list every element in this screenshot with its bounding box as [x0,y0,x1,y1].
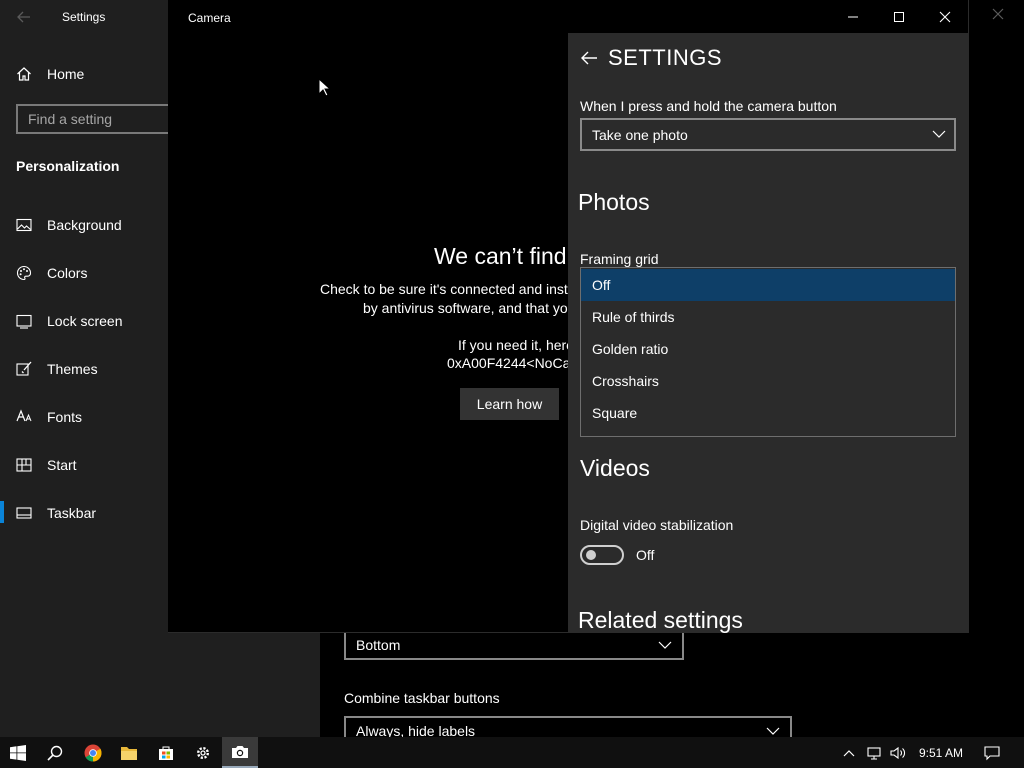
sidebar-item-label: Taskbar [47,505,97,521]
start-button[interactable] [0,737,36,768]
volume-tray[interactable] [884,737,912,768]
framing-grid-listbox[interactable]: Off Rule of thirds Golden ratio Crosshai… [580,267,956,437]
gear-icon [196,746,210,759]
dropdown-value: Take one photo [592,126,688,143]
press-hold-label: When I press and hold the camera button [580,98,837,114]
start-grid-icon [16,458,32,472]
sidebar-item-fonts[interactable]: Fonts [16,406,82,428]
error-title: We can’t find [434,243,567,269]
lock-screen-icon [16,314,32,329]
chrome-app[interactable] [75,737,111,768]
sidebar-item-themes[interactable]: Themes [16,358,98,380]
chrome-icon [84,744,102,762]
settings-title: Settings [62,10,106,24]
mouse-cursor-icon [318,78,332,97]
camera-settings-panel: SETTINGS When I press and hold the camer… [568,33,969,633]
speaker-icon [890,746,905,759]
selected-indicator [0,501,4,523]
maximize-button[interactable] [876,0,922,33]
chevron-down-icon [658,641,672,649]
file-explorer-app[interactable] [111,737,147,768]
chevron-down-icon [932,130,946,138]
settings-close-icon[interactable] [992,8,1004,20]
toggle-knob [586,550,596,560]
sidebar-item-background[interactable]: Background [16,214,122,236]
combine-buttons-label: Combine taskbar buttons [344,690,500,706]
camera-app[interactable] [222,737,258,768]
folder-icon [121,746,137,760]
home-nav-item[interactable]: Home [16,63,84,85]
image-icon [16,218,32,232]
panel-header: SETTINGS [580,45,722,71]
network-icon [867,746,881,760]
sidebar-item-label: Colors [47,265,88,281]
sidebar-item-label: Themes [47,361,98,377]
videos-heading: Videos [580,455,650,481]
stabilization-state: Off [636,547,655,563]
section-heading: Personalization [16,158,120,174]
action-center-button[interactable] [974,737,1010,768]
photos-heading: Photos [578,189,650,215]
taskbar-clock[interactable]: 9:51 AM [912,737,970,768]
sidebar-item-label: Start [47,457,77,473]
home-label: Home [47,66,85,82]
panel-title: SETTINGS [608,45,723,70]
find-setting-input[interactable]: Find a setting [16,104,176,134]
search-button[interactable] [37,737,73,768]
windows-logo-icon [10,744,26,761]
framing-option-square[interactable]: Square [581,397,955,429]
back-arrow-icon[interactable] [580,50,598,66]
learn-how-button[interactable]: Learn how [460,388,559,420]
sidebar-item-taskbar[interactable]: Taskbar [16,502,96,524]
press-hold-dropdown[interactable]: Take one photo [580,118,956,151]
sidebar-item-start[interactable]: Start [16,454,77,476]
camera-title: Camera [188,11,231,25]
chevron-up-icon [843,749,855,756]
sidebar-item-lock-screen[interactable]: Lock screen [16,310,122,332]
notification-icon [984,745,1000,760]
framing-option-rule-of-thirds[interactable]: Rule of thirds [581,301,955,333]
camera-window: Camera We can’t find Check to be sure it… [168,0,969,633]
taskbar-icon [16,507,32,519]
related-settings-heading: Related settings [578,607,743,633]
close-button[interactable] [922,0,968,33]
maximize-icon [894,11,904,22]
chevron-down-icon [766,727,780,735]
minimize-icon [848,16,858,17]
error-text: by antivirus software, and that yo [363,300,568,316]
framing-option-off[interactable]: Off [581,269,955,301]
sidebar-item-colors[interactable]: Colors [16,262,87,284]
framing-grid-label: Framing grid [580,251,659,267]
framing-option-golden-ratio[interactable]: Golden ratio [581,333,955,365]
dropdown-value: Bottom [356,637,401,653]
sidebar-item-label: Lock screen [47,313,123,329]
error-text: If you need it, here [458,337,568,353]
taskbar-location-dropdown[interactable]: Bottom [344,630,684,660]
taskbar: 9:51 AM [0,737,1024,768]
sidebar-item-label: Background [47,217,122,233]
sidebar-item-label: Fonts [47,409,83,425]
brush-icon [16,361,32,376]
stabilization-toggle[interactable] [580,545,624,565]
error-text: Check to be sure it's connected and inst… [320,281,568,297]
stabilization-label: Digital video stabilization [580,517,734,533]
palette-icon [16,265,32,281]
error-code: 0xA00F4244<NoCar [447,355,568,371]
back-arrow-icon[interactable] [16,9,32,25]
settings-app[interactable] [185,737,221,768]
minimize-button[interactable] [830,0,876,33]
home-icon [17,67,31,81]
close-icon [939,11,951,22]
store-icon [159,746,173,760]
search-icon [47,745,63,761]
camera-icon [232,745,248,758]
camera-error-message: We can’t find Check to be sure it's conn… [168,240,568,440]
store-app[interactable] [148,737,184,768]
framing-option-crosshairs[interactable]: Crosshairs [581,365,955,397]
font-icon [16,409,32,422]
